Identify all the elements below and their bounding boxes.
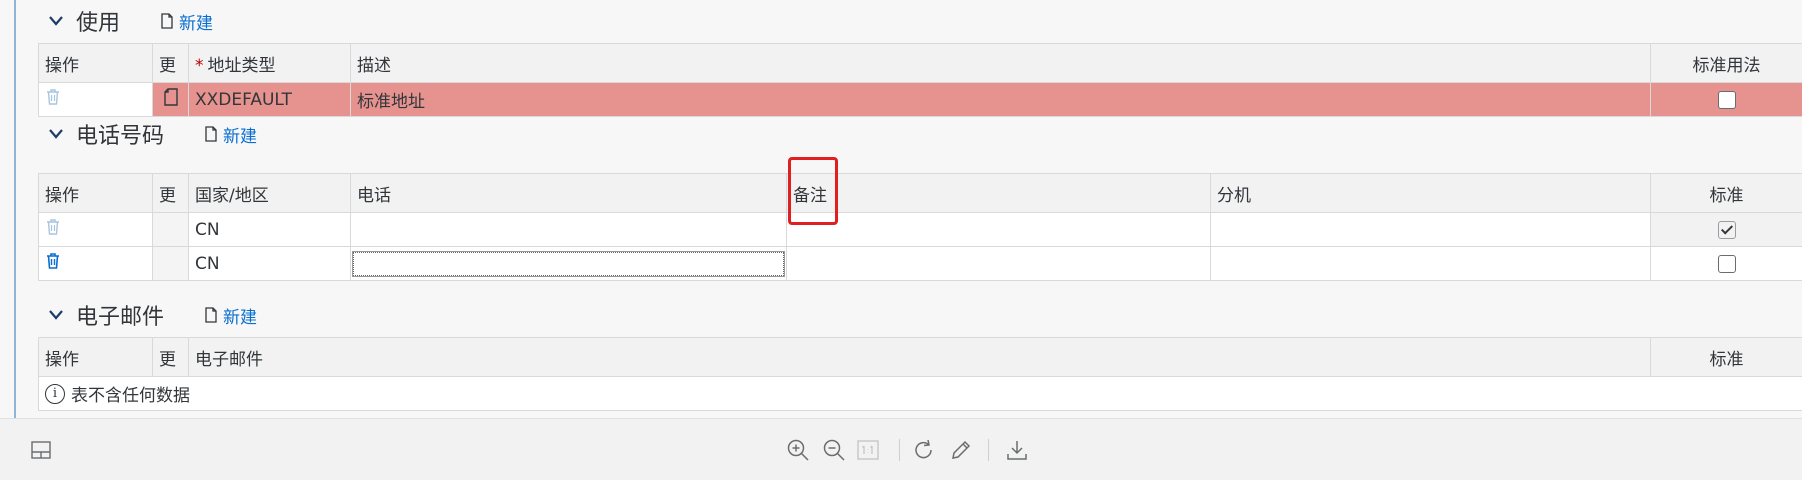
usage-table: 操作 更 *地址类型 描述 标准用法 XXDEFAULT 标准地址 bbox=[38, 43, 1802, 117]
row-status-cell bbox=[153, 213, 189, 247]
phone-input[interactable] bbox=[353, 252, 784, 276]
column-header-address-type: *地址类型 bbox=[189, 44, 351, 83]
country-cell[interactable]: CN bbox=[189, 247, 351, 281]
table-row[interactable]: XXDEFAULT 标准地址 bbox=[39, 83, 1802, 117]
column-header-standard: 标准 bbox=[1651, 338, 1802, 377]
address-type-cell[interactable]: XXDEFAULT bbox=[189, 83, 351, 117]
email-table: 操作 更 电子邮件 标准 i 表不含任何数据 bbox=[38, 337, 1802, 411]
empty-table-text: 表不含任何数据 bbox=[71, 381, 190, 406]
edit-pen-icon[interactable] bbox=[948, 437, 974, 463]
document-icon bbox=[164, 91, 178, 111]
column-header-country: 国家/地区 bbox=[189, 174, 351, 213]
row-status-cell bbox=[153, 247, 189, 281]
section-title: 电话号码 bbox=[76, 118, 164, 150]
extension-cell[interactable] bbox=[1211, 247, 1651, 281]
column-header-change: 更 bbox=[153, 338, 189, 377]
country-cell[interactable]: CN bbox=[189, 213, 351, 247]
standard-usage-cell bbox=[1651, 83, 1802, 117]
trash-icon[interactable] bbox=[45, 255, 61, 275]
chevron-down-icon[interactable] bbox=[48, 13, 64, 29]
column-header-action: 操作 bbox=[39, 338, 153, 377]
new-document-icon bbox=[204, 307, 218, 323]
standard-checkbox[interactable] bbox=[1718, 255, 1736, 273]
standard-checkbox[interactable] bbox=[1718, 221, 1736, 239]
standard-usage-checkbox[interactable] bbox=[1718, 91, 1736, 109]
usage-new-button[interactable]: 新建 bbox=[160, 9, 213, 34]
column-header-extension: 分机 bbox=[1211, 174, 1651, 213]
column-header-note: 备注 bbox=[787, 174, 1211, 213]
column-header-change: 更 bbox=[153, 174, 189, 213]
column-header-change: 更 bbox=[153, 44, 189, 83]
phone-new-button[interactable]: 新建 bbox=[204, 122, 257, 147]
trash-icon[interactable] bbox=[45, 91, 61, 111]
action-cell bbox=[39, 247, 153, 281]
address-detail-panel: 使用 新建 操作 更 *地址类型 描述 标准用法 XXD bbox=[38, 0, 1802, 418]
description-cell[interactable]: 标准地址 bbox=[351, 83, 1651, 117]
column-header-action: 操作 bbox=[39, 174, 153, 213]
new-document-icon bbox=[204, 126, 218, 142]
info-icon: i bbox=[45, 384, 65, 404]
email-new-button[interactable]: 新建 bbox=[204, 303, 257, 328]
phone-table: 操作 更 国家/地区 电话 备注 分机 标准 CN bbox=[38, 173, 1802, 281]
column-header-phone: 电话 bbox=[351, 174, 787, 213]
empty-message-cell: i 表不含任何数据 bbox=[39, 377, 1802, 411]
phone-cell[interactable] bbox=[351, 213, 787, 247]
standard-cell bbox=[1651, 247, 1802, 281]
column-header-standard-usage: 标准用法 bbox=[1651, 44, 1802, 83]
zoom-out-icon[interactable] bbox=[821, 437, 847, 463]
column-header-description: 描述 bbox=[351, 44, 1651, 83]
rotate-icon[interactable] bbox=[911, 437, 937, 463]
phone-section-header: 电话号码 新建 bbox=[48, 118, 257, 150]
note-cell[interactable] bbox=[787, 213, 1211, 247]
table-row[interactable]: CN bbox=[39, 213, 1802, 247]
column-header-standard: 标准 bbox=[1651, 174, 1802, 213]
column-header-email: 电子邮件 bbox=[189, 338, 1651, 377]
phone-cell bbox=[351, 247, 787, 281]
trash-icon[interactable] bbox=[45, 221, 61, 241]
empty-row: i 表不含任何数据 bbox=[39, 377, 1802, 411]
note-cell[interactable] bbox=[787, 247, 1211, 281]
email-section-header: 电子邮件 新建 bbox=[48, 299, 257, 331]
standard-cell bbox=[1651, 213, 1802, 247]
column-header-action: 操作 bbox=[39, 44, 153, 83]
chevron-down-icon[interactable] bbox=[48, 307, 64, 323]
download-icon[interactable] bbox=[1004, 437, 1030, 463]
toolbar-separator bbox=[899, 439, 900, 461]
required-marker: * bbox=[195, 56, 204, 76]
chevron-down-icon[interactable] bbox=[48, 126, 64, 142]
zoom-in-icon[interactable] bbox=[785, 437, 811, 463]
toolbar-separator bbox=[988, 439, 989, 461]
action-cell bbox=[39, 83, 153, 117]
bottom-toolbar bbox=[0, 418, 1802, 480]
actual-size-icon[interactable] bbox=[855, 437, 881, 463]
new-document-icon bbox=[160, 13, 174, 29]
left-accent-bar bbox=[14, 0, 16, 418]
layout-icon[interactable] bbox=[28, 437, 54, 463]
section-title: 电子邮件 bbox=[76, 299, 164, 331]
action-cell bbox=[39, 213, 153, 247]
section-title: 使用 bbox=[76, 5, 120, 37]
table-row[interactable]: CN bbox=[39, 247, 1802, 281]
extension-cell[interactable] bbox=[1211, 213, 1651, 247]
usage-section-header: 使用 新建 bbox=[48, 5, 213, 37]
row-status-cell bbox=[153, 83, 189, 117]
